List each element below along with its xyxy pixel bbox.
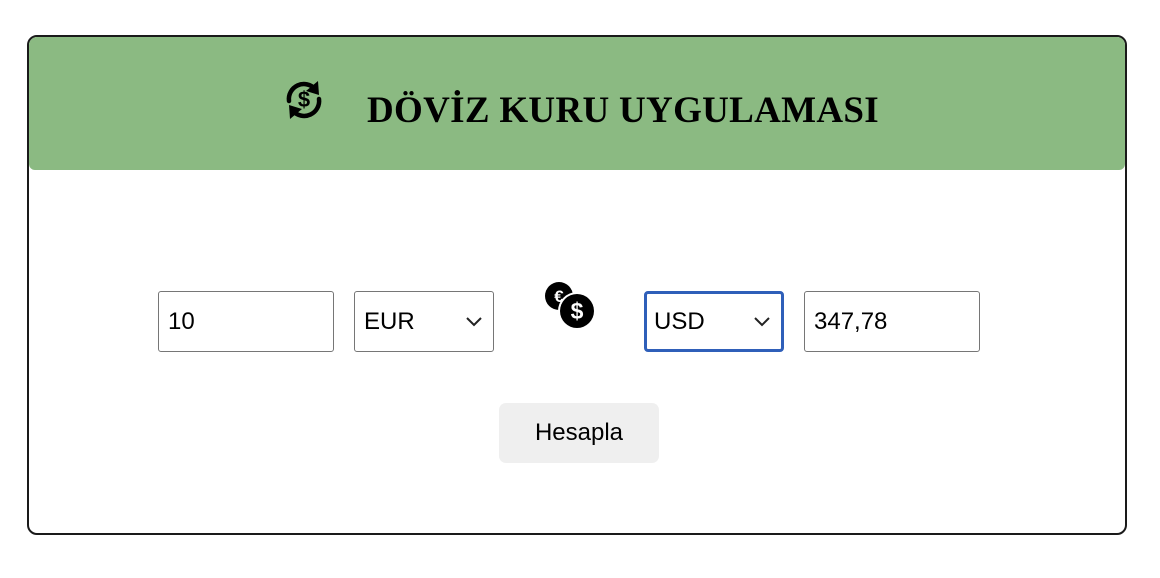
from-currency-value: EUR: [364, 308, 415, 335]
result-field[interactable]: 347,78: [804, 291, 980, 352]
svg-text:$: $: [571, 298, 584, 324]
chevron-down-icon: [754, 316, 770, 326]
chevron-down-icon: [466, 316, 482, 326]
converter-card: $ DÖVİZ KURU UYGULAMASI 10 EUR € $ USD 3…: [27, 35, 1127, 535]
app-header: $ DÖVİZ KURU UYGULAMASI: [29, 37, 1125, 170]
from-currency-select[interactable]: EUR: [354, 291, 494, 352]
svg-text:$: $: [298, 87, 310, 112]
to-currency-value: USD: [654, 308, 705, 335]
currency-exchange-icon: $: [286, 81, 322, 119]
euro-dollar-coins-icon: € $: [545, 282, 596, 330]
to-currency-select[interactable]: USD: [644, 291, 784, 352]
calculate-button[interactable]: Hesapla: [499, 403, 659, 463]
page-title: DÖVİZ KURU UYGULAMASI: [367, 90, 879, 131]
amount-input[interactable]: 10: [158, 291, 334, 352]
